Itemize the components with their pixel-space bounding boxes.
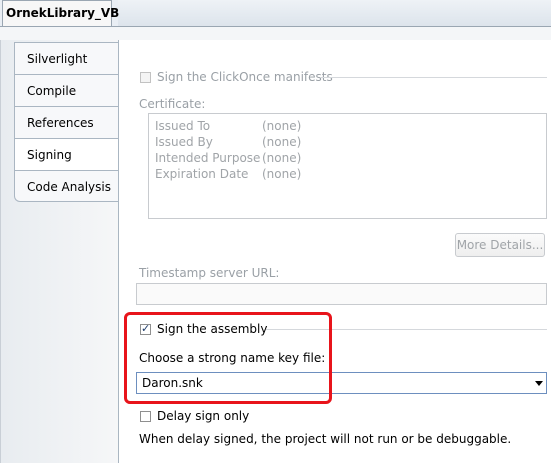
- section-divider: [320, 77, 547, 78]
- certificate-value: (none): [262, 167, 302, 181]
- delay-sign-checkbox[interactable]: [140, 411, 151, 422]
- nav-item-compile[interactable]: Compile: [14, 74, 119, 106]
- certificate-label: Certificate:: [139, 97, 206, 111]
- delay-sign-label: Delay sign only: [157, 409, 250, 423]
- clickonce-label: Sign the ClickOnce manifests: [157, 70, 333, 84]
- certificate-key: Expiration Date: [155, 167, 249, 181]
- sign-assembly-checkbox[interactable]: [140, 322, 151, 335]
- certificate-row: Issued By (none): [155, 135, 455, 151]
- key-file-value: Daron.snk: [142, 376, 203, 390]
- key-file-label: Choose a strong name key file:: [139, 351, 326, 365]
- certificate-row: Expiration Date (none): [155, 167, 455, 183]
- nav-item-silverlight[interactable]: Silverlight: [14, 42, 119, 74]
- certificate-key: Intended Purpose: [155, 151, 261, 165]
- certificate-key: Issued By: [155, 135, 213, 149]
- sign-assembly-label: Sign the assembly: [157, 322, 268, 336]
- nav-item-label: References: [27, 116, 94, 130]
- nav-item-label: Code Analysis: [27, 180, 111, 194]
- delay-sign-note: When delay signed, the project will not …: [139, 432, 512, 446]
- section-divider: [266, 329, 547, 330]
- certificate-key: Issued To: [155, 119, 211, 133]
- certificate-value: (none): [262, 151, 302, 165]
- certificate-row: Issued To (none): [155, 119, 455, 135]
- certificate-value: (none): [262, 135, 302, 149]
- property-nav: Silverlight Compile References Signing C…: [14, 42, 119, 202]
- nav-item-label: Silverlight: [27, 52, 88, 66]
- certificate-value: (none): [262, 119, 302, 133]
- nav-item-code-analysis[interactable]: Code Analysis: [14, 170, 119, 202]
- nav-item-label: Signing: [27, 148, 72, 162]
- chevron-down-icon[interactable]: [535, 381, 543, 386]
- certificate-row: Intended Purpose (none): [155, 151, 455, 167]
- nav-item-signing[interactable]: Signing: [14, 138, 119, 170]
- clickonce-checkbox[interactable]: [140, 72, 151, 83]
- timestamp-url-input[interactable]: [136, 283, 547, 305]
- nav-item-label: Compile: [27, 84, 77, 98]
- timestamp-label: Timestamp server URL:: [139, 266, 280, 280]
- nav-item-references[interactable]: References: [14, 106, 119, 138]
- document-tabstrip: OrnekLibrary_VB: [0, 0, 551, 26]
- document-tab[interactable]: OrnekLibrary_VB: [2, 0, 119, 26]
- certificate-box: Issued To (none) Issued By (none) Intend…: [148, 113, 547, 219]
- more-details-button[interactable]: More Details...: [455, 233, 545, 257]
- key-file-select[interactable]: Daron.snk: [136, 372, 547, 394]
- tabstrip-background: [118, 0, 551, 26]
